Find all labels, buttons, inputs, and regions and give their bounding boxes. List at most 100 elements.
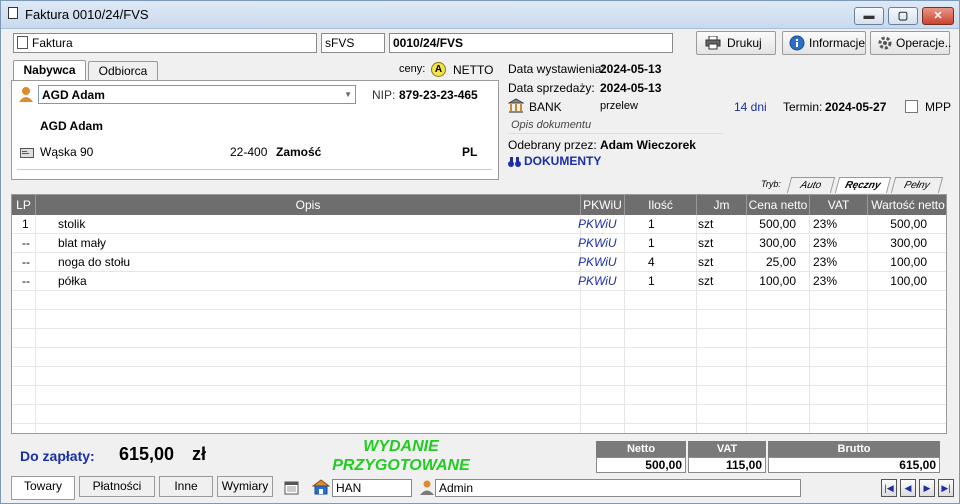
vat-value: 115,00 xyxy=(688,457,766,473)
cell-vat: 23% xyxy=(813,236,838,250)
col-vat[interactable]: VAT xyxy=(810,195,868,215)
cell-vat: 23% xyxy=(813,274,838,288)
prices-badge: A xyxy=(431,62,446,77)
to-pay-currency: zł xyxy=(192,444,207,464)
operations-button[interactable]: Operacje.. xyxy=(870,31,952,55)
cell-net-price: 500,00 xyxy=(759,217,796,231)
tab-goods[interactable]: Towary xyxy=(11,476,75,500)
nav-next-button[interactable]: ▶ xyxy=(919,479,935,497)
col-unit[interactable]: Jm xyxy=(697,195,747,215)
items-table: LP Opis PKWiU Ilość Jm Cena netto VAT Wa… xyxy=(11,194,947,434)
term-label: Termin: xyxy=(783,100,823,114)
table-row[interactable]: -- półka PKWiU 1 szt 100,00 23% 100,00 xyxy=(12,272,946,291)
print-label: Drukuj xyxy=(727,36,762,50)
cell-net-value: 100,00 xyxy=(890,274,927,288)
info-button[interactable]: Informacje xyxy=(782,31,866,55)
print-button[interactable]: Drukuj xyxy=(696,31,776,55)
invoice-number-field[interactable]: 0010/24/FVS xyxy=(389,33,673,53)
issue-date-value[interactable]: 2024-05-13 xyxy=(600,62,661,76)
table-row[interactable] xyxy=(12,386,946,405)
window-title: Faktura 0010/24/FVS xyxy=(25,7,149,22)
table-row[interactable]: 1 stolik PKWiU 1 szt 500,00 23% 500,00 xyxy=(12,215,946,234)
col-pkwiu[interactable]: PKWiU xyxy=(581,195,625,215)
sale-date-value[interactable]: 2024-05-13 xyxy=(600,81,661,95)
payment-days[interactable]: 14 dni xyxy=(734,100,767,114)
brutto-value: 615,00 xyxy=(768,457,940,473)
nav-prev-button[interactable]: ◀ xyxy=(900,479,916,497)
gear-icon xyxy=(878,36,892,50)
prices-label: ceny: xyxy=(399,63,426,75)
tab-payments[interactable]: Płatności xyxy=(79,476,155,497)
tab-buyer[interactable]: Nabywca xyxy=(13,60,86,81)
nav-first-button[interactable]: |◀ xyxy=(881,479,897,497)
title-bar: Faktura 0010/24/FVS ▬ ▢ ✕ xyxy=(1,1,959,29)
table-row[interactable] xyxy=(12,310,946,329)
col-quantity[interactable]: Ilość xyxy=(625,195,697,215)
document-description-input[interactable]: Opis dokumentu xyxy=(508,117,723,134)
nav-last-button[interactable]: ▶| xyxy=(938,479,954,497)
buyer-postal: 22-400 xyxy=(230,145,268,159)
received-by-value[interactable]: Adam Wieczorek xyxy=(600,138,696,152)
tab-other[interactable]: Inne xyxy=(159,476,213,497)
tab-mode-full[interactable]: Pełny xyxy=(890,177,944,193)
sale-date-label: Data sprzedaży: xyxy=(508,81,595,95)
binoculars-icon xyxy=(508,157,521,167)
tab-receiver[interactable]: Odbiorca xyxy=(88,61,158,80)
mpp-checkbox[interactable] xyxy=(905,100,918,113)
bank-icon xyxy=(508,98,524,113)
netto-header: Netto xyxy=(596,441,686,457)
documents-link[interactable]: DOKUMENTY xyxy=(524,154,601,168)
tab-exchange[interactable]: Wymiary xyxy=(217,476,273,497)
received-by-label: Odebrany przez: xyxy=(508,138,597,152)
cell-pkwiu: PKWiU xyxy=(578,255,617,269)
warehouse-icon xyxy=(312,479,330,495)
buyer-select[interactable]: AGD Adam ▼ xyxy=(38,85,356,104)
document-icon xyxy=(17,36,28,49)
invoice-window: Faktura 0010/24/FVS ▬ ▢ ✕ Faktura sFVS 0… xyxy=(0,0,960,504)
table-row[interactable] xyxy=(12,405,946,424)
cell-lp: -- xyxy=(22,236,30,250)
col-lp[interactable]: LP xyxy=(12,195,36,215)
cell-lp: -- xyxy=(22,255,30,269)
user-field[interactable]: Admin xyxy=(435,479,801,497)
table-row[interactable] xyxy=(12,348,946,367)
cell-description: noga do stołu xyxy=(58,255,131,269)
col-net-price[interactable]: Cena netto xyxy=(747,195,810,215)
payment-type[interactable]: przelew xyxy=(600,100,638,112)
close-button[interactable]: ✕ xyxy=(922,7,954,25)
tab-mode-manual[interactable]: Ręczny xyxy=(834,177,892,193)
cell-net-value: 300,00 xyxy=(890,236,927,250)
doc-type-field[interactable]: Faktura xyxy=(13,33,317,53)
chevron-down-icon: ▼ xyxy=(344,90,352,99)
table-row[interactable] xyxy=(12,291,946,310)
address-card-icon xyxy=(20,148,34,158)
minimize-button[interactable]: ▬ xyxy=(854,7,884,25)
cell-vat: 23% xyxy=(813,217,838,231)
series-field[interactable]: sFVS xyxy=(321,33,385,53)
table-row[interactable]: -- blat mały PKWiU 1 szt 300,00 23% 300,… xyxy=(12,234,946,253)
payment-method[interactable]: BANK xyxy=(529,100,562,114)
nip-value: 879-23-23-465 xyxy=(399,88,478,102)
col-description[interactable]: Opis xyxy=(36,195,581,215)
maximize-button[interactable]: ▢ xyxy=(888,7,918,25)
col-net-value[interactable]: Wartość netto xyxy=(868,195,946,215)
cell-lp: -- xyxy=(22,274,30,288)
cell-net-value: 500,00 xyxy=(890,217,927,231)
prices-value: NETTO xyxy=(453,63,494,77)
status-line-1: WYDANIE xyxy=(363,438,439,455)
operations-label: Operacje.. xyxy=(896,36,952,50)
buyer-street: Wąska 90 xyxy=(40,145,94,159)
table-row[interactable] xyxy=(12,329,946,348)
netto-value: 500,00 xyxy=(596,457,686,473)
warehouse-field[interactable]: HAN xyxy=(332,479,412,497)
close-icon: ✕ xyxy=(933,10,943,22)
table-row[interactable] xyxy=(12,367,946,386)
buyer-full-name: AGD Adam xyxy=(40,119,103,133)
vat-header: VAT xyxy=(688,441,766,457)
table-row[interactable]: -- noga do stołu PKWiU 4 szt 25,00 23% 1… xyxy=(12,253,946,272)
calendar-icon[interactable] xyxy=(284,480,299,495)
nip-label: NIP: xyxy=(372,88,396,102)
term-value[interactable]: 2024-05-27 xyxy=(825,100,886,114)
cell-net-price: 100,00 xyxy=(759,274,796,288)
tab-mode-auto[interactable]: Auto xyxy=(786,177,836,193)
